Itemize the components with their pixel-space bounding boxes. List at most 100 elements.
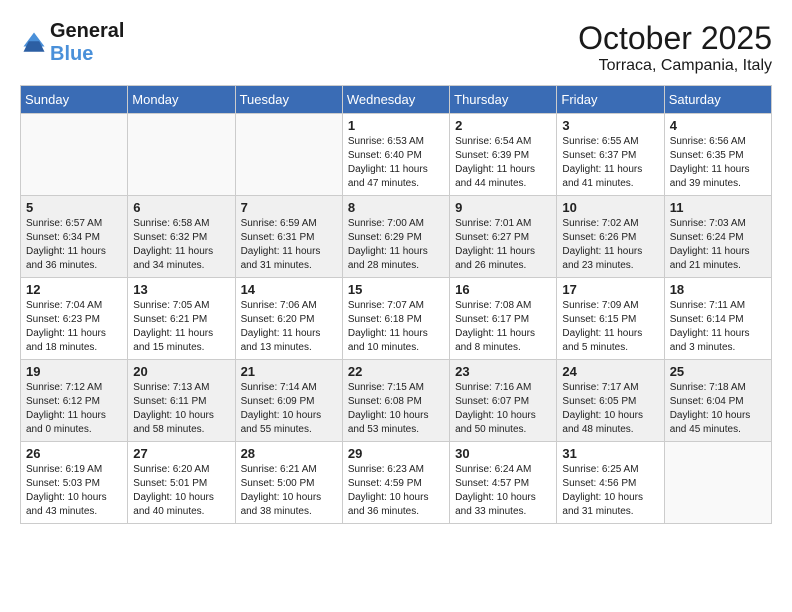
day-info: Sunrise: 6:55 AM Sunset: 6:37 PM Dayligh… — [562, 135, 658, 191]
calendar-cell: 20 Sunrise: 7:13 AM Sunset: 6:11 PM Dayli… — [128, 360, 235, 442]
day-info: Sunrise: 7:05 AM Sunset: 6:21 PM Dayligh… — [133, 299, 229, 355]
day-number: 12 — [26, 282, 122, 297]
calendar-cell: 7Sunrise: 6:59 AM Sunset: 6:31 PM Daylig… — [235, 196, 342, 278]
day-of-week-header: Sunday — [21, 86, 128, 114]
day-of-week-header: Thursday — [450, 86, 557, 114]
day-of-week-header: Tuesday — [235, 86, 342, 114]
calendar-week-row: 26Sunrise: 6:19 AM Sunset: 5:03 PM Dayli… — [21, 442, 772, 524]
day-info: Sunrise: 7:18 AM Sunset: 6:04 PM Dayligh… — [670, 381, 766, 437]
day-info: Sunrise: 6:57 AM Sunset: 6:34 PM Dayligh… — [26, 217, 122, 273]
day-info: Sunrise: 6:56 AM Sunset: 6:35 PM Dayligh… — [670, 135, 766, 191]
calendar-cell: 13 Sunrise: 7:05 AM Sunset: 6:21 PM Dayli… — [128, 278, 235, 360]
day-info: Sunrise: 7:11 AM Sunset: 6:14 PM Dayligh… — [670, 299, 766, 355]
calendar-cell — [235, 114, 342, 196]
day-info: Sunrise: 6:58 AM Sunset: 6:32 PM Dayligh… — [133, 217, 229, 273]
calendar-week-row: 1 Sunrise: 6:53 AM Sunset: 6:40 PM Daylig… — [21, 114, 772, 196]
calendar-cell: 26Sunrise: 6:19 AM Sunset: 5:03 PM Dayli… — [21, 442, 128, 524]
day-number: 2 — [455, 118, 551, 133]
day-number: 20 — [133, 364, 229, 379]
calendar-cell: 15 Sunrise: 7:07 AM Sunset: 6:18 PM Dayli… — [342, 278, 449, 360]
day-number: 14 — [241, 282, 337, 297]
day-number: 19 — [26, 364, 122, 379]
day-number: 17 — [562, 282, 658, 297]
day-number: 18 — [670, 282, 766, 297]
day-of-week-header: Friday — [557, 86, 664, 114]
day-info: Sunrise: 6:25 AM Sunset: 4:56 PM Dayligh… — [562, 463, 658, 519]
calendar-cell: 31 Sunrise: 6:25 AM Sunset: 4:56 PM Dayli… — [557, 442, 664, 524]
day-info: Sunrise: 6:21 AM Sunset: 5:00 PM Dayligh… — [241, 463, 337, 519]
day-info: Sunrise: 7:15 AM Sunset: 6:08 PM Dayligh… — [348, 381, 444, 437]
day-number: 3 — [562, 118, 658, 133]
location-title: Torraca, Campania, Italy — [578, 57, 772, 75]
logo: General Blue — [20, 20, 124, 66]
day-info: Sunrise: 7:06 AM Sunset: 6:20 PM Dayligh… — [241, 299, 337, 355]
calendar-cell: 18 Sunrise: 7:11 AM Sunset: 6:14 PM Dayli… — [664, 278, 771, 360]
calendar-cell — [664, 442, 771, 524]
day-info: Sunrise: 7:07 AM Sunset: 6:18 PM Dayligh… — [348, 299, 444, 355]
day-info: Sunrise: 7:17 AM Sunset: 6:05 PM Dayligh… — [562, 381, 658, 437]
calendar-week-row: 19 Sunrise: 7:12 AM Sunset: 6:12 PM Dayli… — [21, 360, 772, 442]
day-number: 13 — [133, 282, 229, 297]
calendar-cell: 3 Sunrise: 6:55 AM Sunset: 6:37 PM Daylig… — [557, 114, 664, 196]
calendar-week-row: 12Sunrise: 7:04 AM Sunset: 6:23 PM Dayli… — [21, 278, 772, 360]
calendar-cell: 27Sunrise: 6:20 AM Sunset: 5:01 PM Dayli… — [128, 442, 235, 524]
calendar-cell — [21, 114, 128, 196]
calendar-cell: 6 Sunrise: 6:58 AM Sunset: 6:32 PM Daylig… — [128, 196, 235, 278]
day-number: 30 — [455, 446, 551, 461]
calendar-cell: 28Sunrise: 6:21 AM Sunset: 5:00 PM Dayli… — [235, 442, 342, 524]
day-number: 23 — [455, 364, 551, 379]
day-number: 1 — [348, 118, 444, 133]
day-number: 27 — [133, 446, 229, 461]
day-number: 11 — [670, 200, 766, 215]
calendar-week-row: 5 Sunrise: 6:57 AM Sunset: 6:34 PM Daylig… — [21, 196, 772, 278]
day-number: 15 — [348, 282, 444, 297]
day-number: 9 — [455, 200, 551, 215]
day-number: 22 — [348, 364, 444, 379]
calendar-cell: 4 Sunrise: 6:56 AM Sunset: 6:35 PM Daylig… — [664, 114, 771, 196]
day-number: 6 — [133, 200, 229, 215]
calendar-cell: 17 Sunrise: 7:09 AM Sunset: 6:15 PM Dayli… — [557, 278, 664, 360]
calendar-cell: 16 Sunrise: 7:08 AM Sunset: 6:17 PM Dayli… — [450, 278, 557, 360]
calendar-cell: 12Sunrise: 7:04 AM Sunset: 6:23 PM Dayli… — [21, 278, 128, 360]
calendar-cell: 24 Sunrise: 7:17 AM Sunset: 6:05 PM Dayli… — [557, 360, 664, 442]
day-info: Sunrise: 7:14 AM Sunset: 6:09 PM Dayligh… — [241, 381, 337, 437]
title-block: October 2025 Torraca, Campania, Italy — [578, 20, 772, 75]
page-header: General Blue October 2025 Torraca, Campa… — [20, 20, 772, 75]
day-number: 5 — [26, 200, 122, 215]
calendar-header-row: SundayMondayTuesdayWednesdayThursdayFrid… — [21, 86, 772, 114]
day-number: 10 — [562, 200, 658, 215]
calendar-cell: 1 Sunrise: 6:53 AM Sunset: 6:40 PM Daylig… — [342, 114, 449, 196]
calendar-cell: 5 Sunrise: 6:57 AM Sunset: 6:34 PM Daylig… — [21, 196, 128, 278]
day-info: Sunrise: 7:03 AM Sunset: 6:24 PM Dayligh… — [670, 217, 766, 273]
day-info: Sunrise: 6:23 AM Sunset: 4:59 PM Dayligh… — [348, 463, 444, 519]
day-info: Sunrise: 7:08 AM Sunset: 6:17 PM Dayligh… — [455, 299, 551, 355]
day-info: Sunrise: 6:24 AM Sunset: 4:57 PM Dayligh… — [455, 463, 551, 519]
day-info: Sunrise: 6:59 AM Sunset: 6:31 PM Dayligh… — [241, 217, 337, 273]
calendar-cell: 9Sunrise: 7:01 AM Sunset: 6:27 PM Daylig… — [450, 196, 557, 278]
day-number: 4 — [670, 118, 766, 133]
day-number: 31 — [562, 446, 658, 461]
day-number: 8 — [348, 200, 444, 215]
day-of-week-header: Monday — [128, 86, 235, 114]
day-info: Sunrise: 7:13 AM Sunset: 6:11 PM Dayligh… — [133, 381, 229, 437]
calendar-cell: 14 Sunrise: 7:06 AM Sunset: 6:20 PM Dayli… — [235, 278, 342, 360]
logo-icon — [20, 29, 48, 57]
calendar-cell: 25Sunrise: 7:18 AM Sunset: 6:04 PM Dayli… — [664, 360, 771, 442]
calendar-cell: 30 Sunrise: 6:24 AM Sunset: 4:57 PM Dayli… — [450, 442, 557, 524]
calendar-cell: 8Sunrise: 7:00 AM Sunset: 6:29 PM Daylig… — [342, 196, 449, 278]
day-number: 16 — [455, 282, 551, 297]
month-title: October 2025 — [578, 20, 772, 57]
calendar-cell: 21Sunrise: 7:14 AM Sunset: 6:09 PM Dayli… — [235, 360, 342, 442]
logo-text: General Blue — [50, 20, 124, 66]
day-number: 24 — [562, 364, 658, 379]
calendar-cell: 19 Sunrise: 7:12 AM Sunset: 6:12 PM Dayli… — [21, 360, 128, 442]
calendar-cell: 11 Sunrise: 7:03 AM Sunset: 6:24 PM Dayli… — [664, 196, 771, 278]
day-info: Sunrise: 7:09 AM Sunset: 6:15 PM Dayligh… — [562, 299, 658, 355]
day-number: 29 — [348, 446, 444, 461]
day-info: Sunrise: 6:53 AM Sunset: 6:40 PM Dayligh… — [348, 135, 444, 191]
calendar-table: SundayMondayTuesdayWednesdayThursdayFrid… — [20, 85, 772, 524]
day-info: Sunrise: 7:12 AM Sunset: 6:12 PM Dayligh… — [26, 381, 122, 437]
day-info: Sunrise: 7:16 AM Sunset: 6:07 PM Dayligh… — [455, 381, 551, 437]
day-number: 26 — [26, 446, 122, 461]
calendar-cell: 22 Sunrise: 7:15 AM Sunset: 6:08 PM Dayli… — [342, 360, 449, 442]
